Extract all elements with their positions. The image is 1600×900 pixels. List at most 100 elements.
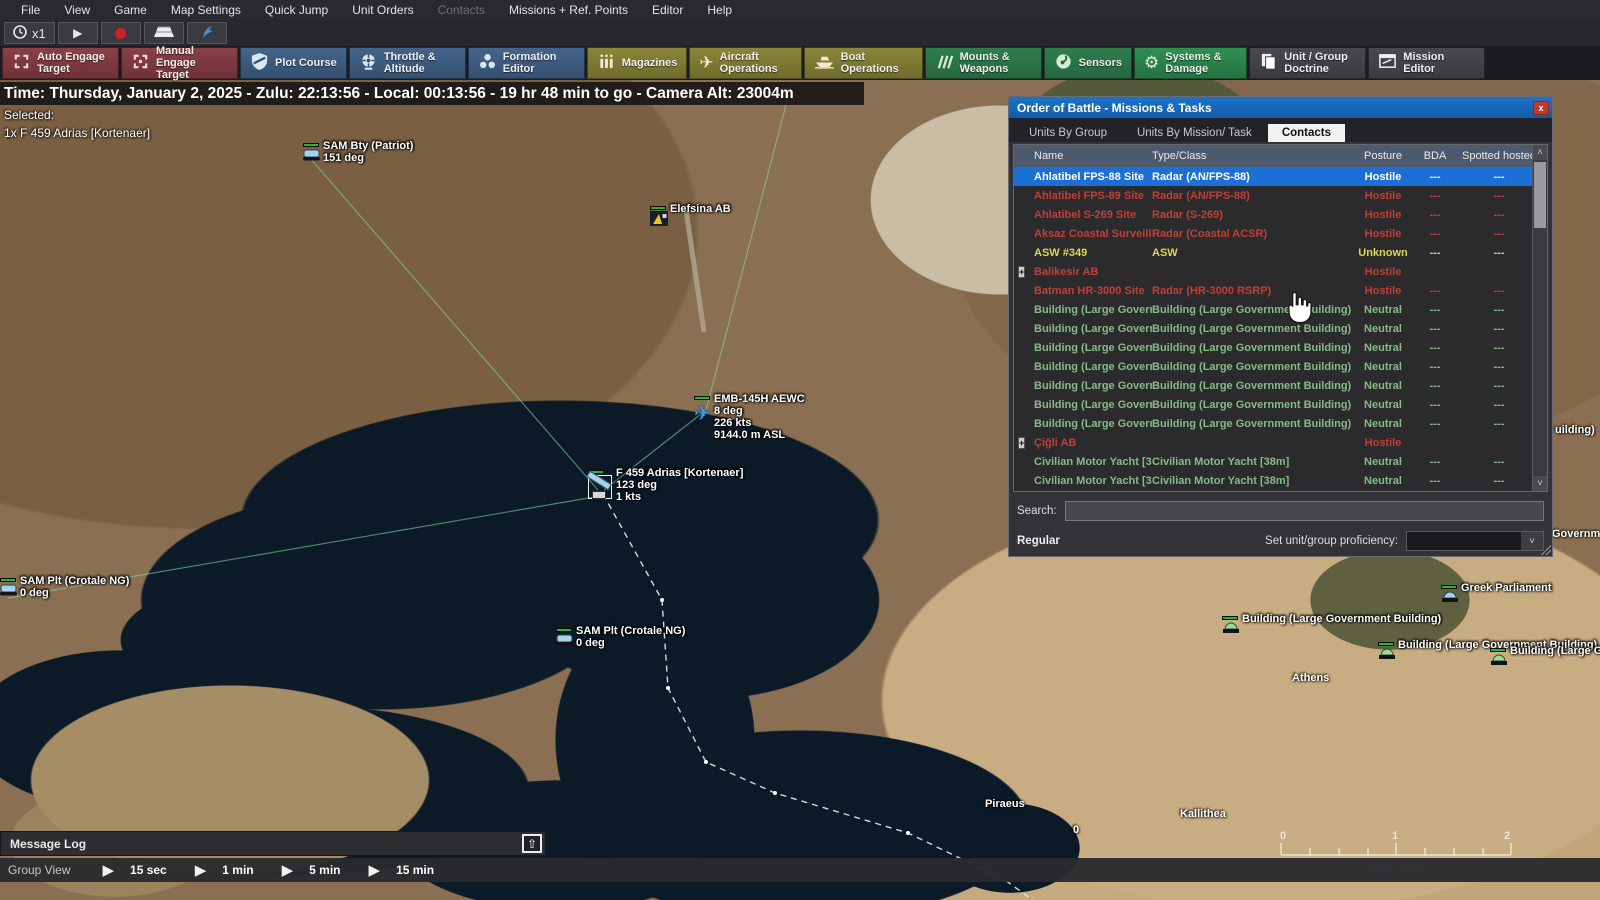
contacts-scrollbar[interactable]: ˄ ˅: [1532, 145, 1547, 491]
contact-row[interactable]: ASW #349 ASW Unknown --- ---: [1014, 243, 1532, 262]
mission-editor-button[interactable]: Mission Editor: [1368, 47, 1486, 79]
map-unit[interactable]: ✈ EMB-145H AEWC 8 deg 226 kts 9144.0 m ASL: [694, 393, 805, 441]
contact-row[interactable]: Building (Large Govern...Building (Large…: [1014, 338, 1532, 357]
col-bda[interactable]: BDA: [1414, 150, 1456, 162]
contact-row[interactable]: Batman HR-3000 Site Radar (HR-3000 RSRP) H…: [1014, 281, 1532, 300]
mounts-weapons-button[interactable]: Mounts & Weapons: [924, 47, 1042, 79]
contact-row[interactable]: Aksaz Coastal Surveillan...Radar (Coasta…: [1014, 224, 1532, 243]
col-name[interactable]: Name: [1034, 150, 1152, 162]
contact-bda: ---: [1429, 303, 1441, 316]
contact-bda: ---: [1429, 398, 1441, 411]
building-icon: [1379, 648, 1395, 659]
magazines-button[interactable]: Magazines: [586, 47, 688, 79]
contact-type: Building (Large Government Building): [1152, 303, 1352, 316]
range-tool-button[interactable]: [143, 22, 184, 44]
expand-icon[interactable]: +: [1018, 436, 1026, 449]
regular-label: Regular: [1017, 535, 1060, 547]
time-step-5min[interactable]: ▶ 5 min: [282, 861, 341, 879]
scroll-down-icon[interactable]: ˅: [1533, 476, 1547, 491]
systems-damage-button[interactable]: ⚙ Systems & Damage: [1134, 47, 1248, 79]
sensors-button[interactable]: Sensors: [1043, 47, 1133, 79]
contact-row[interactable]: Civilian Motor Yacht [38m]Civilian Motor…: [1014, 452, 1532, 471]
map-unit[interactable]: F 459 Adrias [Kortenaer] 123 deg 1 kts: [586, 467, 743, 503]
record-button[interactable]: [100, 22, 141, 44]
contact-posture: Unknown: [1358, 246, 1408, 259]
time-step-15min[interactable]: ▶ 15 min: [369, 861, 435, 879]
col-type-class[interactable]: Type/Class: [1152, 150, 1352, 162]
menu-game[interactable]: Game: [103, 1, 158, 19]
contact-row[interactable]: + Balikesir AB Hostile: [1014, 262, 1532, 281]
menu-map-settings[interactable]: Map Settings: [160, 1, 252, 19]
scrollbar-thumb[interactable]: [1534, 162, 1546, 228]
contact-row[interactable]: + Çiğli AB Hostile: [1014, 433, 1532, 452]
map-unit[interactable]: Building (Large Government Building): [1490, 645, 1600, 671]
auto-engage-target-button[interactable]: Auto Engage Target: [2, 47, 119, 79]
col-spotted-hosted[interactable]: Spotted hosted: [1456, 150, 1542, 162]
map-unit[interactable]: SAM Plt (Crotale NG) 0 deg: [556, 625, 685, 651]
time-step-15sec[interactable]: ▶ 15 sec: [102, 861, 166, 879]
contact-bda: ---: [1429, 341, 1441, 354]
unit-label: Greek Parliament: [1461, 582, 1552, 594]
contact-name: Çiğli AB: [1034, 436, 1077, 449]
play-icon: ▶: [73, 26, 83, 40]
contact-row[interactable]: Ahlatibel FPS-89 Site Radar (AN/FPS-88) Ho…: [1014, 186, 1532, 205]
contact-row[interactable]: Building (Large Govern...Building (Large…: [1014, 300, 1532, 319]
contact-spotted: ---: [1493, 303, 1505, 316]
dialog-resize-grip[interactable]: [1541, 545, 1551, 555]
map-unit[interactable]: Building (Large Government Building): [1222, 613, 1441, 639]
menu-view[interactable]: View: [53, 1, 101, 19]
dialog-close-button[interactable]: x: [1533, 100, 1549, 115]
health-bar: [1378, 642, 1394, 646]
contact-row[interactable]: Building (Large Govern...Building (Large…: [1014, 357, 1532, 376]
col-posture[interactable]: Posture: [1352, 150, 1414, 162]
quick-toolbar: x1 ▶: [0, 20, 1600, 46]
play-button[interactable]: ▶: [57, 22, 98, 44]
expand-icon[interactable]: +: [1018, 265, 1026, 278]
boat-operations-button[interactable]: Boat Operations: [803, 47, 923, 79]
contact-spotted: ---: [1493, 322, 1505, 335]
time-step-1min[interactable]: ▶ 1 min: [195, 861, 254, 879]
map-unit[interactable]: Elefsina AB: [650, 203, 731, 231]
menu-file[interactable]: File: [10, 1, 51, 19]
contact-row[interactable]: Building (Large Govern...Building (Large…: [1014, 376, 1532, 395]
map-unit[interactable]: Building (Large Government Building): [1378, 639, 1597, 665]
throttle-altitude-button[interactable]: Throttle & Altitude: [348, 47, 466, 79]
contact-row[interactable]: Ahlatibel FPS-88 Site Radar (AN/FPS-88) Ho…: [1014, 167, 1532, 186]
menu-help[interactable]: Help: [696, 1, 743, 19]
message-log-bar[interactable]: Message Log ⇧: [0, 831, 546, 856]
tab-units-by-group[interactable]: Units By Group: [1015, 124, 1121, 142]
group-view-label: Group View: [8, 863, 71, 877]
scroll-up-icon[interactable]: ˄: [1533, 145, 1547, 160]
map-unit[interactable]: SAM Bty (Patriot) 151 deg: [303, 140, 413, 166]
message-log-expand-button[interactable]: ⇧: [522, 834, 542, 853]
aircraft-operations-button[interactable]: ✈ Aircraft Operations: [689, 47, 802, 79]
contact-posture: Hostile: [1364, 436, 1402, 449]
menu-quick-jump[interactable]: Quick Jump: [254, 1, 339, 19]
search-input[interactable]: [1064, 501, 1544, 521]
selected-unit-name: 1x F 459 Adrias [Kortenaer]: [4, 126, 151, 140]
manual-engage-target-button[interactable]: Manual Engage Target: [121, 45, 238, 81]
plot-course-button[interactable]: Plot Course: [240, 47, 347, 79]
contact-row[interactable]: Ahlatibel S-269 Site Radar (S-269) Hostile…: [1014, 205, 1532, 224]
contact-row[interactable]: Building (Large Govern...Building (Large…: [1014, 319, 1532, 338]
step-arrow-icon: ▶: [281, 862, 294, 879]
formation-editor-button[interactable]: Formation Editor: [467, 47, 585, 79]
dialog-title-bar[interactable]: Order of Battle - Missions & Tasks x: [1009, 97, 1552, 118]
proficiency-dropdown[interactable]: ˅: [1406, 531, 1544, 551]
menu-unit-orders[interactable]: Unit Orders: [341, 1, 424, 19]
tab-contacts[interactable]: Contacts: [1267, 124, 1346, 142]
unit-group-doctrine-button[interactable]: Unit / Group Doctrine: [1249, 47, 1367, 79]
contact-row[interactable]: Civilian Motor Yacht [38m]Civilian Motor…: [1014, 471, 1532, 490]
map-unit[interactable]: Greek Parliament: [1441, 582, 1552, 608]
contact-spotted: ---: [1493, 227, 1505, 240]
contact-type: Radar (HR-3000 RSRP): [1152, 284, 1272, 297]
contact-type: Radar (AN/FPS-88): [1152, 189, 1250, 202]
tab-units-by-mission-task[interactable]: Units By Mission/ Task: [1123, 124, 1266, 142]
contact-row[interactable]: Building (Large Govern...Building (Large…: [1014, 414, 1532, 433]
bookmark-button[interactable]: [186, 22, 227, 44]
menu-missions-ref-points[interactable]: Missions + Ref. Points: [498, 1, 639, 19]
menu-editor[interactable]: Editor: [641, 1, 694, 19]
map-unit[interactable]: SAM Plt (Crotale NG) 0 deg: [0, 575, 129, 601]
contact-row[interactable]: Building (Large Govern...Building (Large…: [1014, 395, 1532, 414]
time-compression-button[interactable]: x1: [4, 22, 55, 44]
